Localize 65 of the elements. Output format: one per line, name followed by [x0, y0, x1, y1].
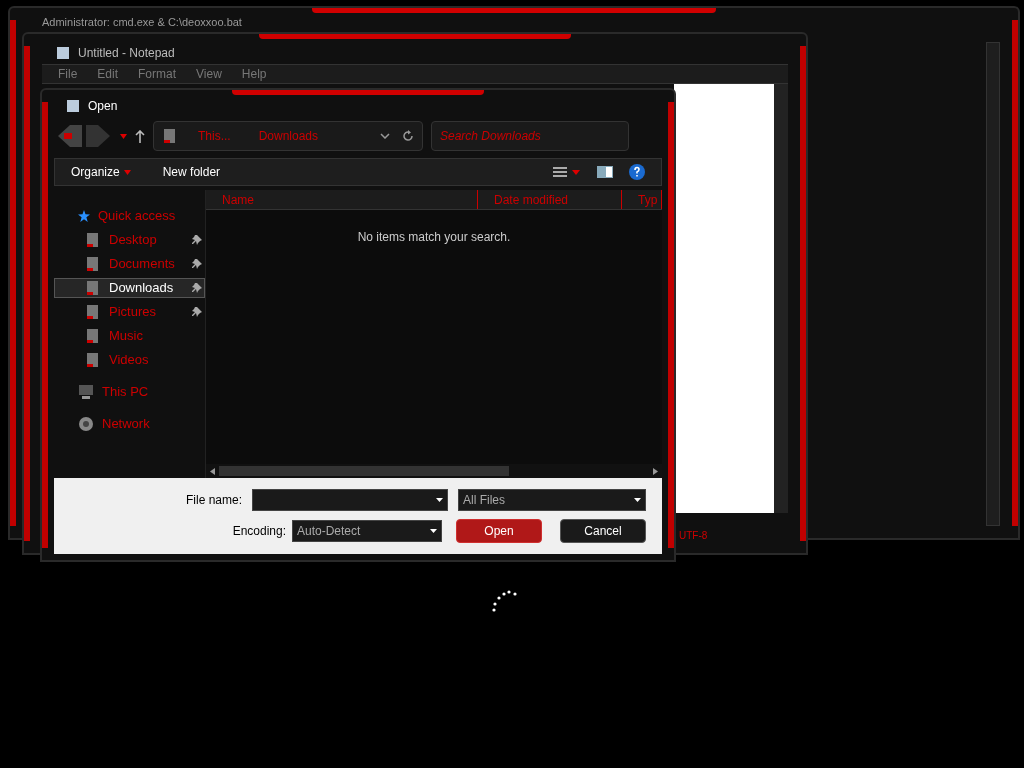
dialog-title: Open: [88, 98, 118, 115]
window-title: Administrator: cmd.exe & C:\deoxxoo.bat: [42, 15, 242, 28]
nav-item[interactable]: Documents: [54, 254, 205, 274]
empty-message: No items match your search.: [357, 229, 511, 246]
folder-icon: [85, 232, 101, 248]
window-title: Untitled - Notepad: [78, 45, 175, 62]
scroll-right-icon[interactable]: [653, 467, 658, 475]
encoding-dropdown[interactable]: Auto-Detect: [292, 520, 442, 542]
chevron-icon[interactable]: [380, 133, 390, 139]
folder-icon: [85, 256, 101, 272]
horizontal-scrollbar[interactable]: [206, 464, 662, 478]
address-bar[interactable]: This... Downloads: [153, 121, 423, 151]
caret-icon[interactable]: [634, 498, 641, 502]
nav-item[interactable]: This PC: [54, 382, 205, 402]
menu-item[interactable]: Format: [138, 65, 177, 83]
breadcrumb-item[interactable]: This...: [190, 127, 239, 145]
folder-icon: [85, 280, 101, 296]
star-icon: [78, 210, 90, 222]
nav-item[interactable]: Pictures: [54, 302, 205, 322]
column-header[interactable]: Typ: [622, 190, 662, 209]
refresh-icon[interactable]: [402, 130, 414, 142]
dialog-button[interactable]: Cancel: [560, 519, 646, 543]
pin-icon[interactable]: [192, 307, 202, 317]
file-name-field[interactable]: [252, 489, 448, 511]
status-encoding: UTF-8: [679, 529, 708, 543]
menu-item[interactable]: Edit: [97, 65, 119, 83]
scroll-left-icon[interactable]: [210, 467, 215, 475]
field-label: File name:: [185, 492, 242, 509]
notepad-icon: [66, 99, 80, 113]
search-field[interactable]: Search Downloads: [431, 121, 629, 151]
caret-icon[interactable]: [436, 498, 443, 502]
nav-item[interactable]: Quick access: [54, 206, 205, 226]
pin-icon[interactable]: [192, 259, 202, 269]
pin-icon[interactable]: [192, 235, 202, 245]
folder-icon: [85, 304, 101, 320]
menu-item[interactable]: Help: [241, 65, 267, 83]
menu-item[interactable]: View: [196, 65, 222, 83]
globe-icon: [78, 416, 94, 432]
column-header[interactable]: Date modified: [478, 190, 622, 209]
computer-icon: [78, 384, 94, 400]
dialog-button[interactable]: Open: [456, 519, 542, 543]
nav-item[interactable]: Videos: [54, 350, 205, 370]
toolbar-button[interactable]: Organize: [71, 163, 131, 181]
scrollbar[interactable]: [774, 84, 788, 513]
up-arrow-icon[interactable]: [135, 129, 145, 143]
nav-item[interactable]: Network: [54, 414, 205, 434]
nav-item[interactable]: Desktop: [54, 230, 205, 250]
menu-item[interactable]: File: [58, 65, 78, 83]
view-list-icon[interactable]: [553, 166, 581, 178]
caret-icon[interactable]: [430, 529, 437, 533]
notepad-icon: [56, 46, 70, 60]
help-icon[interactable]: [629, 164, 645, 180]
folder-icon: [85, 328, 101, 344]
file-type-dropdown[interactable]: All Files: [458, 489, 646, 511]
back-forward-icon[interactable]: [56, 123, 112, 149]
column-header[interactable]: Name: [206, 190, 478, 209]
toolbar-button[interactable]: New folder: [162, 163, 221, 181]
folder-icon: [162, 128, 178, 144]
breadcrumb-item[interactable]: Downloads: [250, 127, 327, 145]
field-label: Encoding:: [232, 523, 286, 540]
scrollbar[interactable]: [986, 42, 1000, 526]
nav-item[interactable]: Music: [54, 326, 205, 346]
nav-item[interactable]: Downloads: [54, 278, 205, 298]
pin-icon[interactable]: [192, 283, 202, 293]
folder-icon: [85, 352, 101, 368]
